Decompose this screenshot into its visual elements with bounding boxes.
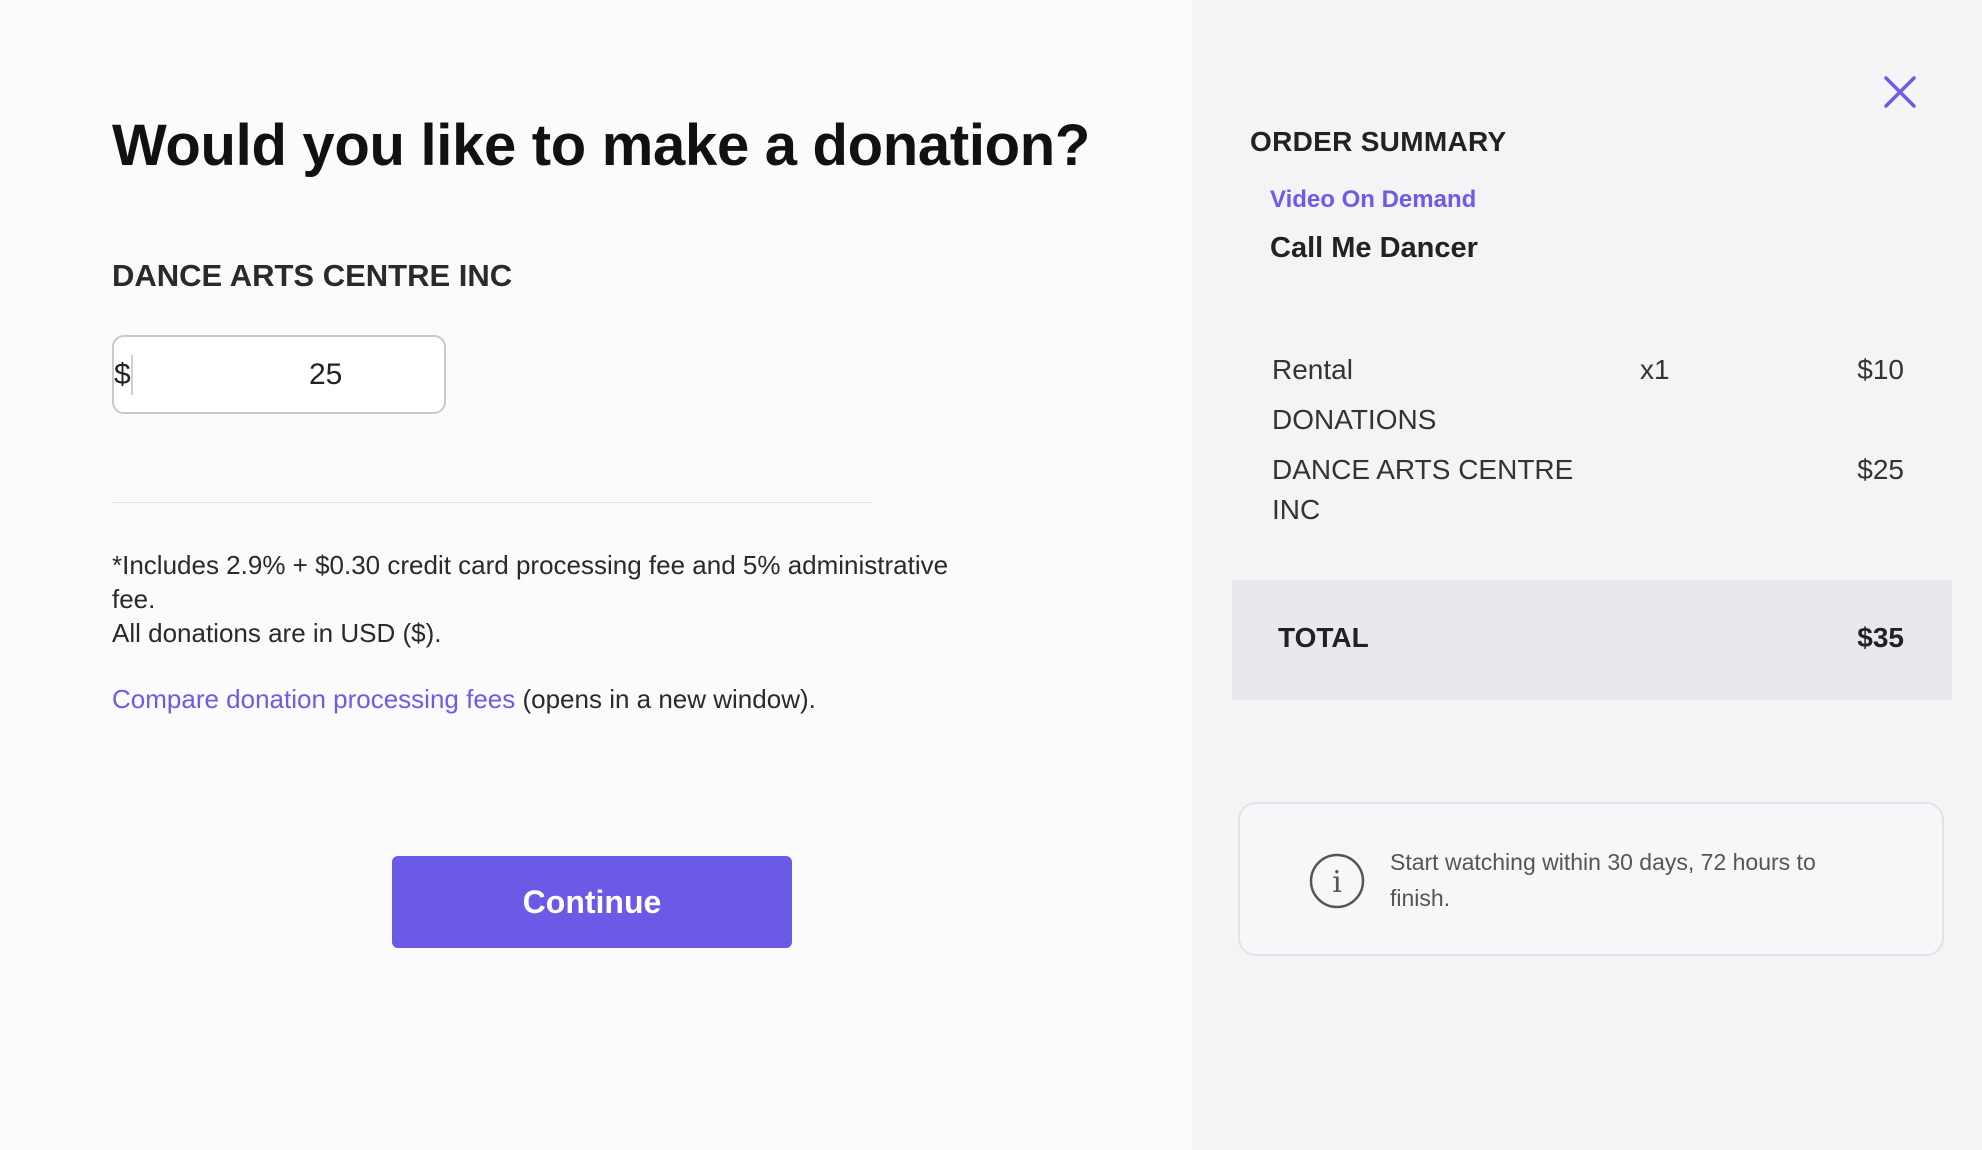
line-item-quantity: x1 [1640,354,1670,385]
currency-symbol: $ [114,354,133,395]
close-button[interactable] [1878,70,1922,114]
close-icon [1884,76,1916,108]
product-name: Call Me Dancer [1270,232,1478,264]
donation-amount-input[interactable] [132,357,547,392]
svg-text:i: i [1332,865,1342,900]
rental-info-text: Start watching within 30 days, 72 hours … [1390,849,1816,911]
compare-fees-link[interactable]: Compare donation processing fees [112,684,515,714]
donation-modal: Would you like to make a donation? DANCE… [0,0,1982,1150]
compare-fees-line: Compare donation processing fees (opens … [112,684,816,715]
donation-panel: Would you like to make a donation? DANCE… [0,0,1192,1150]
line-item-label: DANCE ARTS CENTRE INC [1272,454,1574,525]
organization-name: DANCE ARTS CENTRE INC [112,258,513,293]
order-summary-panel: ORDER SUMMARY Video On Demand Call Me Da… [1192,0,1982,1150]
page-title: Would you like to make a donation? [112,113,1091,178]
total-label: TOTAL [1278,622,1369,653]
continue-button[interactable]: Continue [392,856,792,948]
total-row: TOTAL $35 [1232,580,1952,700]
donation-amount-field[interactable]: $ [112,335,547,414]
divider [112,502,872,503]
product-type: Video On Demand [1270,186,1477,213]
line-item-label: Rental [1272,354,1353,385]
rental-info-box: i Start watching within 30 days, 72 hour… [1238,802,1944,956]
total-value: $35 [1857,622,1904,653]
fee-note-processing: *Includes 2.9% + $0.30 credit card proce… [112,550,949,614]
compare-fees-suffix: (opens in a new window). [515,684,816,714]
donations-header: DONATIONS [1272,404,1437,435]
line-item-price: $25 [1857,454,1904,485]
order-summary-title: ORDER SUMMARY [1250,126,1507,157]
fee-note: *Includes 2.9% + $0.30 credit card proce… [112,548,992,650]
fee-note-currency: All donations are in USD ($). [112,618,442,648]
info-icon: i [1309,853,1365,909]
line-item-price: $10 [1857,354,1904,385]
